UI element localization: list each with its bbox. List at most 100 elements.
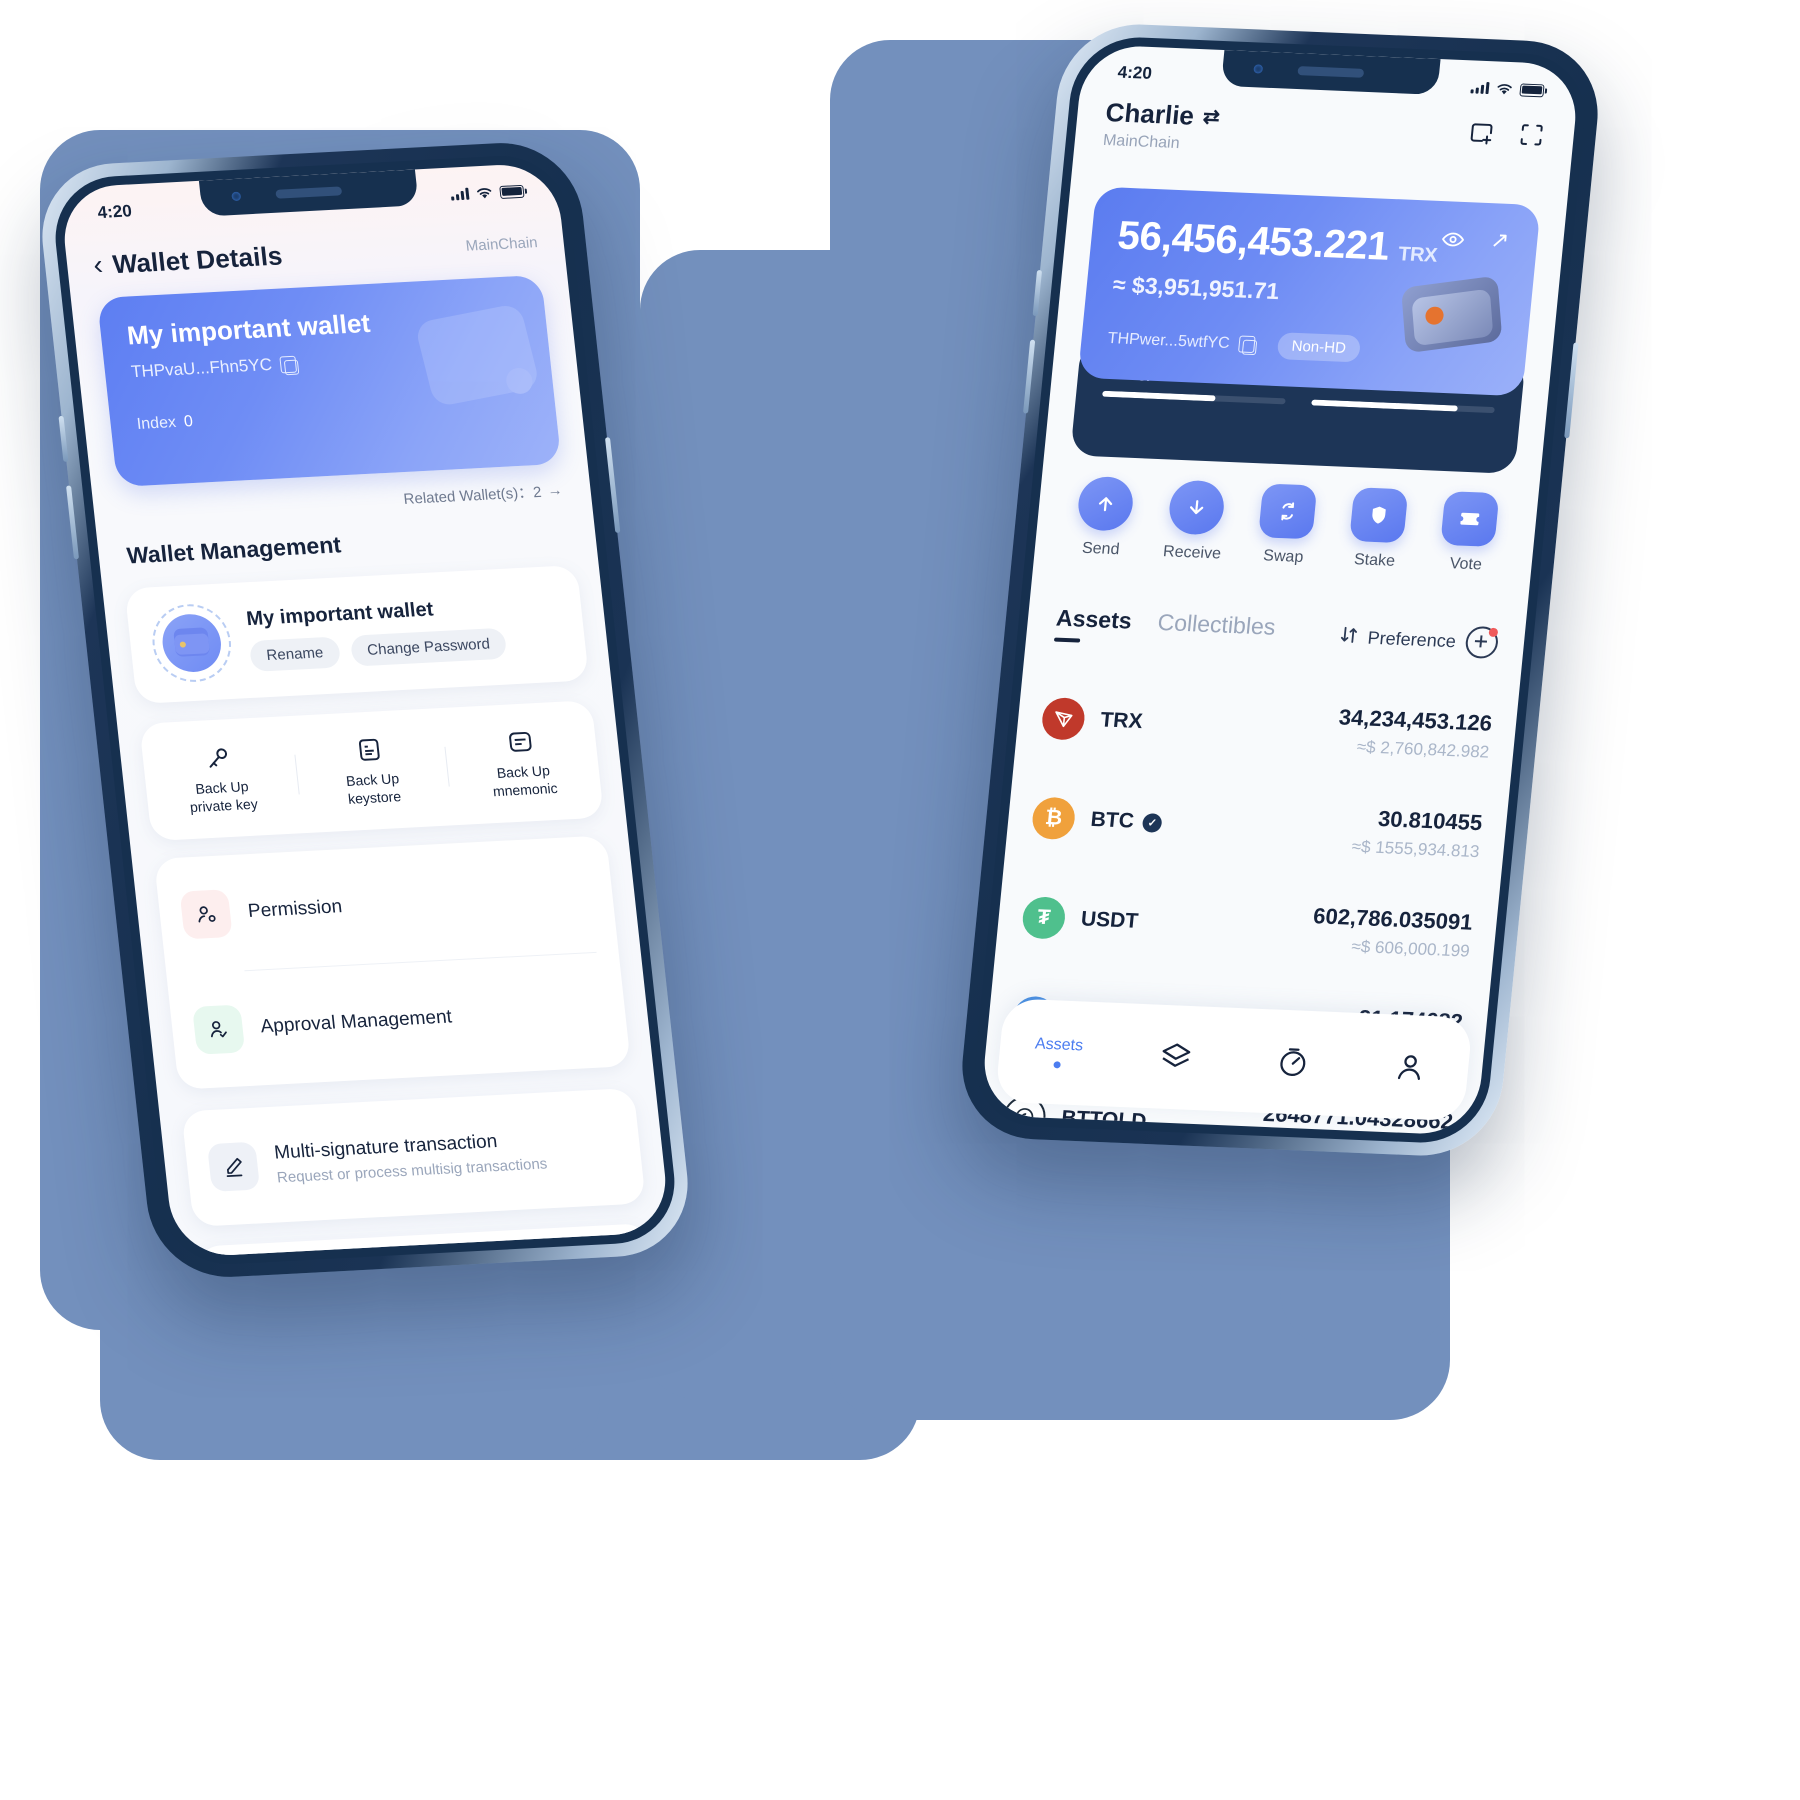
wallet-address[interactable]: THPwer...5wtfYC Non-HD bbox=[1106, 325, 1362, 363]
tab-collectibles[interactable]: Collectibles bbox=[1155, 609, 1276, 651]
phone-bezel: 4:20 Charlie ⇄ MainChain 56,456,453.221 … bbox=[969, 34, 1591, 1146]
action-label: Send bbox=[1081, 539, 1121, 559]
wallet-identity-card: My important wallet Rename Change Passwo… bbox=[124, 564, 590, 704]
speaker-grille bbox=[275, 186, 343, 199]
wallet-name-label: My important wallet bbox=[245, 598, 435, 631]
chain-label: MainChain bbox=[464, 233, 539, 255]
menu-item-approval-management[interactable]: Approval Management bbox=[188, 952, 609, 1089]
wallet-3d-illustration bbox=[1391, 265, 1512, 361]
menu-item-dapp-connection[interactable]: DApp Connection bbox=[195, 1223, 660, 1258]
avatar-ring bbox=[148, 602, 235, 684]
action-swap[interactable]: Swap bbox=[1237, 483, 1336, 568]
asset-tabs: Assets Collectibles bbox=[1054, 605, 1277, 651]
related-wallets-link[interactable]: Related Wallet(s)：2 → bbox=[402, 480, 564, 509]
asset-row[interactable]: TRX 34,234,453.126 ≈$ 2,760,842.982 bbox=[1038, 668, 1496, 786]
asset-usd: ≈$ 1555,934.813 bbox=[1350, 836, 1481, 862]
key-icon bbox=[148, 739, 290, 776]
backup-label-line2: keystore bbox=[347, 787, 402, 807]
menu-label: Approval Management bbox=[259, 1006, 453, 1038]
balance-amount: 56,456,453.221 bbox=[1115, 213, 1392, 269]
action-stake[interactable]: Stake bbox=[1328, 486, 1427, 571]
account-switch-icon[interactable]: ⇄ bbox=[1202, 104, 1221, 130]
asset-symbol: USDT bbox=[1079, 907, 1140, 933]
action-send[interactable]: Send bbox=[1054, 475, 1153, 560]
wallet-index-label: Index bbox=[135, 414, 177, 433]
action-label: Vote bbox=[1448, 555, 1483, 574]
backup-mnemonic-button[interactable]: Back Up mnemonic bbox=[443, 723, 601, 802]
add-wallet-icon[interactable] bbox=[1466, 118, 1497, 147]
eye-icon[interactable] bbox=[1440, 227, 1466, 252]
shield-icon bbox=[1349, 487, 1409, 544]
bottom-nav-profile[interactable] bbox=[1349, 1048, 1469, 1087]
wifi-icon bbox=[476, 187, 492, 198]
copy-icon[interactable] bbox=[1237, 335, 1256, 354]
back-icon[interactable]: ‹ bbox=[92, 249, 105, 280]
backup-private-key-button[interactable]: Back Up private key bbox=[142, 739, 300, 818]
rename-button[interactable]: Rename bbox=[248, 636, 341, 672]
action-receive[interactable]: Receive bbox=[1145, 479, 1244, 564]
ticket-icon bbox=[1440, 491, 1500, 548]
asset-amount: 34,234,453.126 bbox=[1337, 704, 1494, 736]
bottom-nav-assets[interactable]: Assets bbox=[998, 1034, 1118, 1071]
status-indicators bbox=[450, 184, 525, 201]
asset-usd: ≈$ 2,760,842.982 bbox=[1355, 737, 1491, 762]
change-password-button[interactable]: Change Password bbox=[349, 627, 508, 667]
wallet-card-decoration bbox=[407, 302, 541, 426]
battery-icon bbox=[499, 184, 525, 199]
verified-icon: ✓ bbox=[1141, 812, 1163, 833]
preference-label[interactable]: Preference bbox=[1367, 627, 1457, 652]
wallet-address[interactable]: THPvaU...Fhn5YC bbox=[130, 354, 297, 383]
active-indicator-dot bbox=[1053, 1061, 1061, 1069]
bottom-navigation: Assets bbox=[994, 998, 1474, 1122]
wallet-address-text: THPwer...5wtfYC bbox=[1106, 329, 1231, 352]
resource-progress-track bbox=[1102, 390, 1286, 405]
balance-usd: ≈ $3,951,951.71 bbox=[1111, 271, 1281, 305]
wallet-index-value: 0 bbox=[183, 413, 194, 431]
action-vote[interactable]: Vote bbox=[1419, 490, 1518, 575]
backup-keystore-button[interactable]: Back Up keystore bbox=[292, 731, 450, 810]
asset-amount: 30.810455 bbox=[1376, 806, 1484, 836]
preference-controls: Preference bbox=[1338, 621, 1500, 660]
menu-item-permission[interactable]: Permission bbox=[176, 836, 597, 973]
hd-tag: Non-HD bbox=[1276, 332, 1362, 363]
scan-icon[interactable] bbox=[1516, 120, 1547, 149]
wifi-icon bbox=[1497, 83, 1512, 94]
asset-symbol: BTC bbox=[1089, 807, 1136, 833]
btc-coin-icon: ₿ bbox=[1030, 796, 1077, 841]
balance-card: 56,456,453.221 TRX ↗ ≈ $3,951,951.71 THPw… bbox=[1077, 186, 1541, 397]
backup-options-card: Back Up private key Back Up keystore Back … bbox=[139, 700, 605, 842]
cellular-icon bbox=[1470, 81, 1490, 95]
permission-icon bbox=[179, 889, 233, 940]
wallet-name: My important wallet bbox=[125, 307, 372, 351]
tab-assets[interactable]: Assets bbox=[1054, 605, 1133, 645]
related-wallets-label: Related Wallet(s)：2 bbox=[402, 483, 543, 508]
backup-label-line1: Back Up bbox=[194, 778, 250, 797]
profile-icon bbox=[1397, 1055, 1420, 1080]
asset-usd: ≈$ 606,000.199 bbox=[1350, 936, 1471, 961]
sort-icon[interactable] bbox=[1338, 624, 1358, 650]
keystore-icon bbox=[298, 731, 440, 768]
backup-label-line1: Back Up bbox=[345, 770, 400, 789]
action-label: Receive bbox=[1162, 543, 1222, 563]
copy-icon[interactable] bbox=[279, 355, 297, 373]
backup-label-line2: mnemonic bbox=[491, 779, 559, 799]
cellular-icon bbox=[450, 187, 470, 201]
add-token-icon[interactable] bbox=[1464, 625, 1500, 660]
asset-amount: 602,786.035091 bbox=[1312, 903, 1474, 935]
arrow-down-icon bbox=[1166, 479, 1227, 536]
arrow-up-right-icon[interactable]: ↗ bbox=[1489, 227, 1511, 254]
explore-icon bbox=[1279, 1048, 1305, 1077]
screen-wallet-home: 4:20 Charlie ⇄ MainChain 56,456,453.221 … bbox=[979, 44, 1581, 1136]
menu-label: Permission bbox=[246, 896, 344, 923]
usdt-coin-icon: ₮ bbox=[1020, 896, 1067, 940]
resource-progress-track bbox=[1311, 399, 1495, 414]
approval-icon bbox=[192, 1004, 246, 1055]
account-switcher[interactable]: Charlie ⇄ bbox=[1104, 97, 1221, 133]
menu-item-multisig[interactable]: Multi-signature transaction Request or p… bbox=[181, 1087, 646, 1227]
asset-row[interactable]: ₿ BTC ✓ 30.810455 ≈$ 1555,934.813 bbox=[1028, 768, 1486, 886]
wallet-summary-card[interactable]: My important wallet THPvaU...Fhn5YC Inde… bbox=[96, 274, 562, 488]
asset-row[interactable]: ₮ USDT 602,786.035091 ≈$ 606,000.199 bbox=[1018, 867, 1476, 985]
bottom-nav-explore[interactable] bbox=[1232, 1043, 1352, 1082]
bottom-nav-layers[interactable] bbox=[1115, 1038, 1235, 1077]
asset-symbol: TRX bbox=[1099, 708, 1144, 734]
